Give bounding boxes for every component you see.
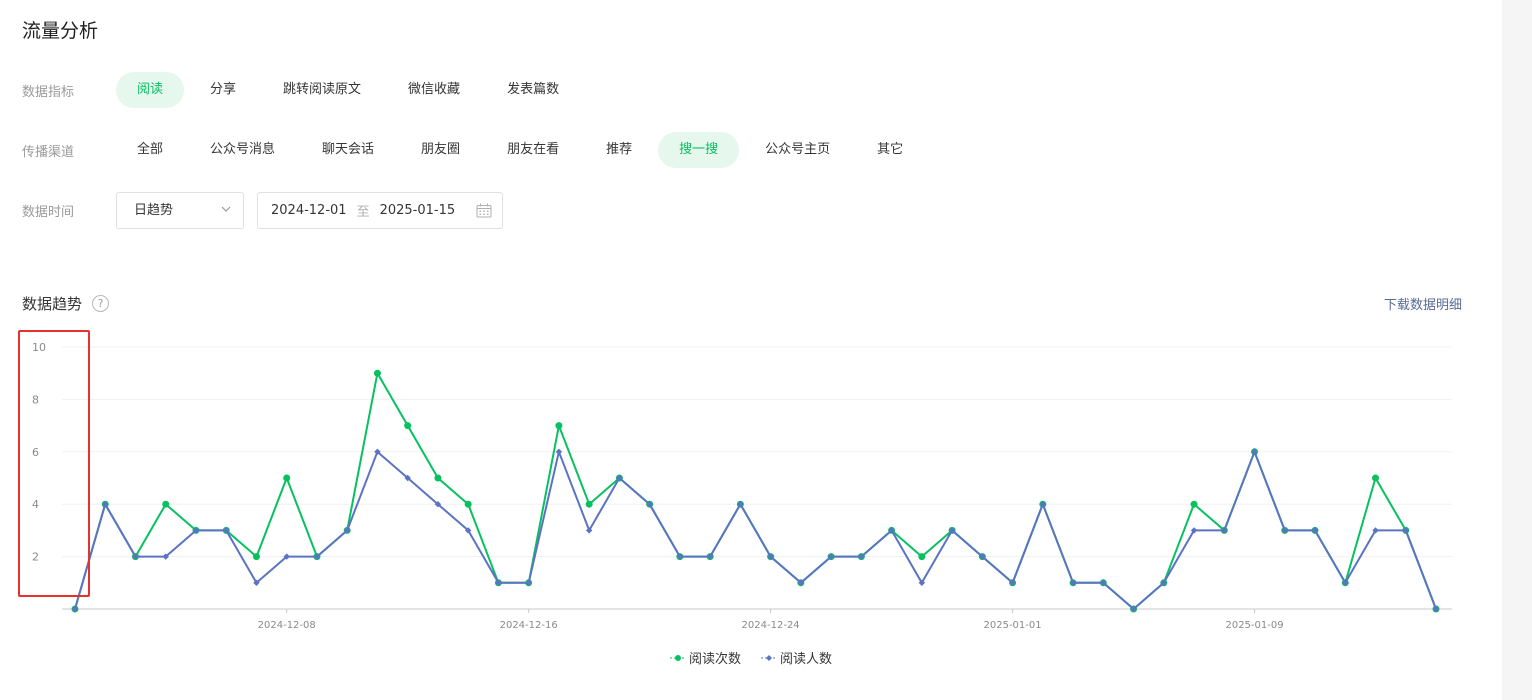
reads-point[interactable] [555, 422, 563, 430]
channel-option-recommend[interactable]: 推荐 [585, 132, 653, 168]
channel-option-other[interactable]: 其它 [856, 132, 924, 168]
metric-option-shares[interactable]: 分享 [189, 72, 257, 108]
reads-point[interactable] [1372, 474, 1380, 482]
time-filter-label: 数据时间 [22, 204, 75, 220]
legend-marker-diamond-icon [761, 654, 777, 661]
y-tick-label: 2 [32, 551, 39, 564]
metric-filter-label: 数据指标 [22, 84, 75, 100]
x-tick-label: 2025-01-09 [1225, 620, 1283, 630]
series-reads-line [74, 372, 1437, 610]
channel-option-chats[interactable]: 聊天会话 [301, 132, 395, 168]
channel-option-moments[interactable]: 朋友圈 [400, 132, 481, 168]
reads-point[interactable] [434, 474, 442, 482]
reads-point[interactable] [1190, 500, 1198, 508]
y-tick-label: 4 [32, 498, 39, 511]
channel-filter-label: 传播渠道 [22, 144, 75, 160]
chart-legend: 阅读次数 阅读人数 [0, 648, 1502, 667]
chart-grid [62, 346, 1452, 558]
metric-filter-row: 数据指标 阅读 分享 跳转阅读原文 微信收藏 发表篇数 [22, 72, 585, 108]
date-range-separator: 至 [356, 205, 370, 220]
reads-point[interactable] [404, 422, 412, 430]
date-range-picker[interactable]: 2024-12-01 至 2025-01-15 [257, 192, 503, 229]
series-readers [71, 448, 1440, 613]
legend-label-readers: 阅读人数 [780, 652, 833, 667]
granularity-select-value: 日趋势 [134, 203, 174, 218]
series-readers-line [74, 450, 1437, 610]
trend-section-title: 数据趋势 [22, 295, 83, 313]
granularity-select[interactable]: 日趋势 [116, 192, 244, 229]
chart-axes: 2 4 6 8 10 2024-12-08 2024-12-16 2024-12-24 2025… [32, 341, 1452, 630]
channel-option-account-messages[interactable]: 公众号消息 [189, 132, 296, 168]
right-scroll-gutter [1502, 0, 1532, 700]
y-tick-label: 10 [32, 341, 46, 354]
legend-item-readers[interactable]: 阅读人数 [761, 648, 832, 667]
metric-option-read-original[interactable]: 跳转阅读原文 [262, 72, 382, 108]
reads-point[interactable] [252, 553, 260, 561]
reads-point[interactable] [373, 369, 381, 377]
chart-series [71, 369, 1440, 613]
reads-point[interactable] [162, 500, 170, 508]
channel-option-account-home[interactable]: 公众号主页 [744, 132, 851, 168]
x-tick-label: 2025-01-01 [984, 620, 1042, 630]
trend-line-chart: 2 4 6 8 10 2024-12-08 2024-12-16 2024-12-24 2025… [32, 341, 1452, 630]
reads-point[interactable] [918, 553, 926, 561]
channel-option-all[interactable]: 全部 [116, 132, 184, 168]
reads-point[interactable] [464, 500, 472, 508]
traffic-analysis-page: 流量分析 数据指标 阅读 分享 跳转阅读原文 微信收藏 发表篇数 传播渠道 全部… [0, 0, 1502, 700]
metric-option-favorites[interactable]: 微信收藏 [387, 72, 481, 108]
channel-filter-row: 传播渠道 全部 公众号消息 聊天会话 朋友圈 朋友在看 推荐 搜一搜 公众号主页… [22, 132, 929, 168]
x-tick-label: 2024-12-16 [500, 620, 558, 630]
chevron-down-icon [221, 206, 231, 212]
reads-point[interactable] [585, 500, 593, 508]
date-range-end: 2025-01-15 [379, 203, 456, 218]
page-title: 流量分析 [22, 20, 99, 42]
metric-option-reads[interactable]: 阅读 [116, 72, 185, 108]
channel-option-search[interactable]: 搜一搜 [658, 132, 740, 168]
readers-point[interactable] [555, 448, 563, 455]
legend-marker-circle-icon [669, 654, 686, 661]
time-filter-row: 数据时间 [22, 192, 116, 228]
help-icon[interactable]: ? [92, 295, 109, 312]
channel-option-friends-watching[interactable]: 朋友在看 [486, 132, 580, 168]
x-tick-label: 2024-12-24 [742, 620, 800, 630]
metric-option-posts[interactable]: 发表篇数 [486, 72, 580, 108]
calendar-icon [476, 203, 492, 218]
date-range-start: 2024-12-01 [271, 203, 347, 218]
x-tick-label: 2024-12-08 [258, 620, 316, 630]
y-tick-label: 6 [32, 446, 39, 459]
download-details-link[interactable]: 下载数据明细 [1384, 294, 1462, 313]
y-tick-label: 8 [32, 393, 39, 406]
legend-item-reads[interactable]: 阅读次数 [669, 648, 741, 667]
series-reads [71, 369, 1440, 613]
legend-label-reads: 阅读次数 [688, 652, 741, 667]
reads-point[interactable] [283, 474, 291, 482]
